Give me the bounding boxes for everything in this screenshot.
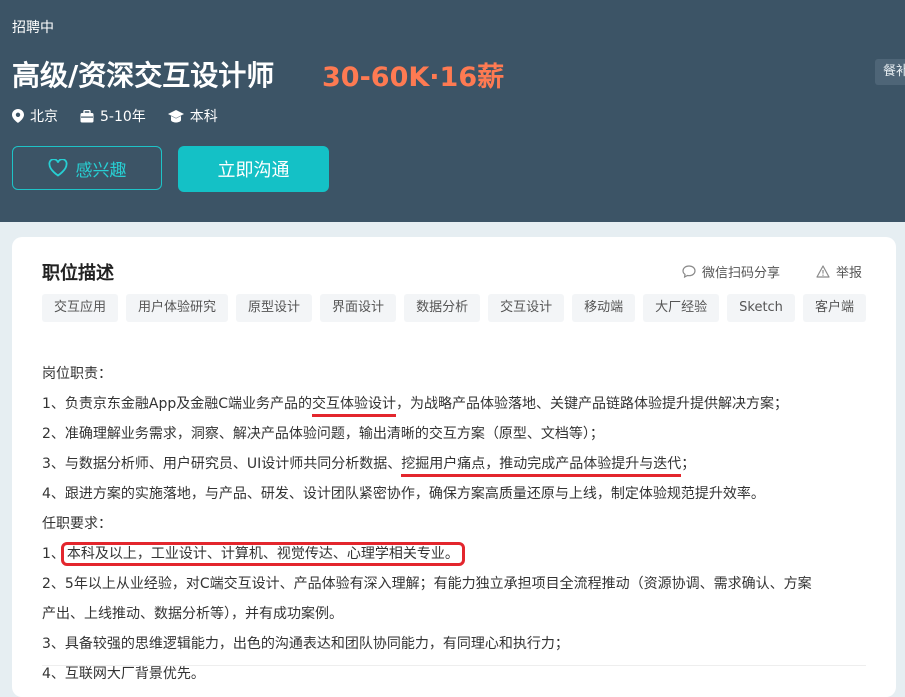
desc-text: 产出、上线推动、数据分析等），并有成功案例。 [42,606,343,622]
desc-text: 岗位职责： [42,366,112,382]
meta-experience: 5-10年 [80,106,146,126]
skill-tag: 交互设计 [488,294,565,322]
desc-line: 4、跟进方案的实施落地，与产品、研发、设计团队紧密协作，确保方案高质量还原与上线… [42,479,882,509]
desc-text: 任职要求： [42,516,112,532]
skill-tag: 数据分析 [404,294,481,322]
skill-tag: 原型设计 [236,294,313,322]
desc-text: 2、5年以上从业经验，对C端交互设计、产品体验有深入理解；有能力独立承担项目全流… [42,576,812,592]
desc-text: 3、具备较强的思维逻辑能力，出色的沟通表达和团队协同能力，有同理心和执行力； [42,636,569,652]
report-link[interactable]: 举报 [816,262,862,281]
warning-icon [816,265,830,278]
skill-tag: 大厂经验 [643,294,720,322]
boxed-text: 本科及以上，工业设计、计算机、视觉传达、心理学相关专业。 [60,542,465,566]
section-divider [42,665,866,666]
chat-now-button[interactable]: 立即沟通 [178,146,329,192]
skill-tag: 界面设计 [320,294,397,322]
graduation-cap-icon [167,109,184,122]
desc-line: 2、准确理解业务需求，洞察、解决产品体验问题，输出清晰的交互方案（原型、文档等）… [42,419,882,449]
meta-location: 北京 [12,106,58,126]
share-label: 微信扫码分享 [702,266,781,281]
desc-text: 1、 [42,546,65,562]
report-label: 举报 [836,266,863,281]
desc-text: 4、跟进方案的实施落地，与产品、研发、设计团队紧密协作，确保方案高质量还原与上线… [42,486,765,502]
skill-tag: Sketch [727,294,795,322]
job-meta: 北京 5-10年 本科 [12,106,240,126]
location-pin-icon [12,109,24,123]
desc-text: ，为战略产品体验落地、关键产品链路体验提升提供解决方案； [396,396,789,412]
desc-text: 4、互联网大厂背景优先。 [42,666,205,682]
meta-education: 本科 [167,106,218,126]
desc-line: 2、5年以上从业经验，对C端交互设计、产品体验有深入理解；有能力独立承担项目全流… [42,569,882,599]
job-description-text: 岗位职责： 1、负责京东金融App及金融C端业务产品的交互体验设计，为战略产品体… [42,359,882,689]
wechat-share-link[interactable]: 微信扫码分享 [682,262,780,281]
desc-text: 3、与数据分析师、用户研究员、UI设计师共同分析数据、 [42,456,402,472]
job-description-card: 职位描述 微信扫码分享 举报 交互应用 用户体验研究 原型设计 界面设计 数据分… [12,237,896,697]
desc-text: 1、负责京东金融App及金融C端业务产品的 [42,396,313,412]
skill-tag: 交互应用 [42,294,119,322]
job-header: 招聘中 高级/资深交互设计师 30-60K·16薪 餐补 北京 5-10年 本科 [0,0,905,222]
desc-text: ； [681,456,696,472]
interest-label: 感兴趣 [75,160,127,181]
desc-text: 2、准确理解业务需求，洞察、解决产品体验问题，输出清晰的交互方案（原型、文档等）… [42,426,604,442]
skill-tags: 交互应用 用户体验研究 原型设计 界面设计 数据分析 交互设计 移动端 大厂经验… [42,294,882,330]
desc-line: 1、负责京东金融App及金融C端业务产品的交互体验设计，为战略产品体验落地、关键… [42,389,882,419]
skill-tag: 移动端 [572,294,636,322]
job-status: 招聘中 [12,20,54,36]
desc-line: 岗位职责： [42,359,882,389]
interest-button[interactable]: 感兴趣 [12,146,162,190]
desc-line: 1、 本科及以上，工业设计、计算机、视觉传达、心理学相关专业。 [42,539,882,569]
location-text: 北京 [30,109,58,125]
desc-line: 任职要求： [42,509,882,539]
desc-line: 3、具备较强的思维逻辑能力，出色的沟通表达和团队协同能力，有同理心和执行力； [42,629,882,659]
skill-tag: 用户体验研究 [126,294,229,322]
highlighted-text: 挖掘用户痛点，推动完成产品体验提升与迭代 [401,456,682,477]
desc-line: 4、互联网大厂背景优先。 [42,659,882,689]
job-title: 高级/资深交互设计师 [12,59,275,92]
chat-bubble-icon [682,265,696,278]
benefit-tag: 餐补 [875,59,905,85]
skill-tag: 客户端 [802,294,866,322]
experience-text: 5-10年 [100,109,146,125]
briefcase-icon [80,109,94,122]
job-salary: 30-60K·16薪 [322,62,505,93]
desc-line: 产出、上线推动、数据分析等），并有成功案例。 [42,599,882,629]
heart-icon [48,159,67,177]
desc-line: 3、与数据分析师、用户研究员、UI设计师共同分析数据、挖掘用户痛点，推动完成产品… [42,449,882,479]
highlighted-text: 交互体验设计 [312,396,397,417]
education-text: 本科 [189,109,218,125]
section-title: 职位描述 [42,263,114,284]
